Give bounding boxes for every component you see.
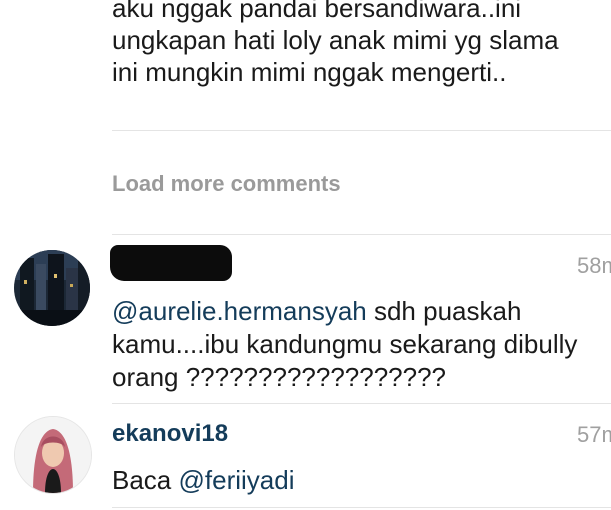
mention-link[interactable]: @aurelie.hermansyah	[112, 296, 367, 326]
commenter-avatar[interactable]	[14, 416, 92, 494]
load-more-comments-link[interactable]: Load more comments	[112, 171, 341, 197]
redacted-username	[110, 245, 232, 281]
divider	[112, 234, 611, 235]
comment-text: @aurelie.hermansyah sdh puaskah kamu....…	[112, 295, 611, 394]
divider	[112, 507, 611, 508]
avatar-photo-icon	[15, 417, 91, 493]
comment-timestamp: 58m	[577, 253, 611, 278]
commenter-avatar[interactable]	[14, 250, 90, 326]
avatar-photo-icon	[14, 250, 90, 326]
divider	[112, 130, 611, 131]
comment-username[interactable]: ekanovi18	[112, 420, 228, 448]
comment-text: Baca @feriiyadi	[112, 464, 611, 497]
divider	[112, 403, 611, 404]
comment-item: 58m @aurelie.hermansyah sdh puaskah kamu…	[0, 245, 611, 400]
comment-timestamp: 57m	[577, 422, 611, 447]
post-caption: aku nggak pandai bersandiwara..ini ungka…	[112, 0, 559, 87]
comment-item: ekanovi18 57m Baca @feriiyadi	[0, 412, 611, 510]
comment-body: Baca	[112, 465, 179, 495]
mention-link[interactable]: @feriiyadi	[179, 465, 295, 495]
